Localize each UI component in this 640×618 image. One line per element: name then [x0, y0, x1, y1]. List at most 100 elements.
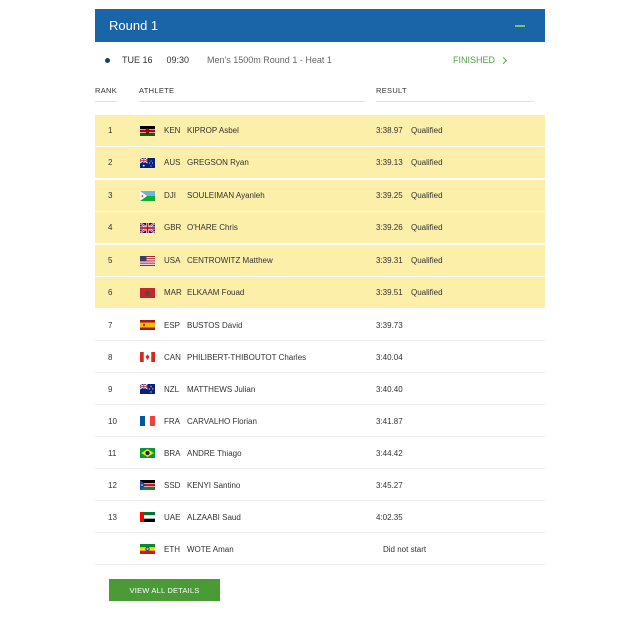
- event-status-link[interactable]: FINISHED: [453, 55, 508, 65]
- ethiopia-flag-icon: [140, 544, 155, 554]
- result-cell: 3:39.13: [376, 158, 403, 167]
- col-header-athlete: ATHLETE: [139, 86, 175, 95]
- rank-cell: 8: [108, 352, 113, 362]
- result-cell: 3:39.51: [376, 288, 403, 297]
- rank-cell: 5: [108, 256, 113, 265]
- col-header-rank: RANK: [95, 86, 118, 95]
- table-row: 1 KEN KIPROP Asbel 3:38.97 Qualified: [95, 115, 545, 146]
- result-cell: 3:44.42: [376, 448, 403, 458]
- qualified-badge: Qualified: [411, 126, 443, 135]
- result-cell: 3:40.40: [376, 384, 403, 394]
- result-cell: 3:40.04: [376, 352, 403, 362]
- athlete-name-link[interactable]: ALZAABI Saud: [187, 513, 241, 522]
- col-divider: [376, 101, 534, 102]
- rank-cell: 4: [108, 223, 113, 232]
- qualified-badge: Qualified: [411, 256, 443, 265]
- result-cell: 3:39.26: [376, 223, 403, 232]
- uk-flag-icon: [140, 222, 155, 233]
- qualified-badge: Qualified: [411, 158, 443, 167]
- spain-flag-icon: [140, 320, 155, 330]
- table-row: 10 FRA CARVALHO Florian 3:41.87: [95, 406, 545, 437]
- result-cell: 3:39.25: [376, 191, 403, 200]
- table-row: 9 NZL MATTHEWS Julian 3:40.40: [95, 374, 545, 405]
- table-row: ETH WOTE Aman Did not start: [95, 534, 545, 565]
- rank-cell: 6: [108, 288, 113, 297]
- kenya-flag-icon: [140, 125, 155, 136]
- country-code: SSD: [164, 480, 181, 490]
- country-code: USA: [164, 256, 181, 265]
- athlete-name-link[interactable]: ANDRE Thiago: [187, 449, 242, 458]
- qualified-badge: Qualified: [411, 191, 443, 200]
- event-status: FINISHED: [453, 55, 496, 65]
- rank-cell: 10: [108, 416, 117, 426]
- rank-cell: 3: [108, 191, 113, 200]
- rank-cell: 7: [108, 320, 113, 330]
- australia-flag-icon: [140, 157, 155, 168]
- rank-cell: 13: [108, 512, 117, 522]
- country-code: ESP: [164, 320, 181, 330]
- table-row: 2 AUS GREGSON Ryan 3:39.13 Qualified: [95, 147, 545, 178]
- athlete-name-link[interactable]: KIPROP Asbel: [187, 126, 239, 135]
- country-code: ETH: [164, 544, 180, 554]
- table-row: 4 GBR O'HARE Chris 3:39.26 Qualified: [95, 212, 545, 243]
- canada-flag-icon: [140, 352, 155, 362]
- rank-cell: 1: [108, 126, 113, 135]
- country-code: BRA: [164, 448, 181, 458]
- event-name: Men's 1500m Round 1 - Heat 1: [207, 55, 332, 65]
- col-header-result: RESULT: [376, 86, 407, 95]
- event-day: TUE 16: [122, 55, 153, 65]
- brazil-flag-icon: [140, 448, 155, 458]
- country-code: CAN: [164, 352, 181, 362]
- result-cell: 3:38.97: [376, 126, 403, 135]
- table-row: 6 MAR ELKAAM Fouad 3:39.51 Qualified: [95, 277, 545, 308]
- table-row: 8 CAN PHILIBERT-THIBOUTOT Charles 3:40.04: [95, 342, 545, 373]
- athlete-name-link[interactable]: CARVALHO Florian: [187, 417, 257, 426]
- country-code: AUS: [164, 158, 181, 167]
- result-cell: 3:39.31: [376, 256, 403, 265]
- country-code: DJI: [164, 191, 176, 200]
- new-zealand-flag-icon: [140, 384, 155, 394]
- france-flag-icon: [140, 416, 155, 426]
- chevron-right-icon: [499, 56, 508, 64]
- djibouti-flag-icon: [140, 190, 155, 201]
- rank-cell: 11: [108, 448, 117, 458]
- south-sudan-flag-icon: [140, 480, 155, 490]
- qualified-badge: Qualified: [411, 223, 443, 232]
- rank-cell: 12: [108, 480, 117, 490]
- rank-cell: 9: [108, 384, 113, 394]
- view-all-details-button[interactable]: VIEW ALL DETAILS: [109, 579, 220, 601]
- athlete-name-link[interactable]: CENTROWITZ Matthew: [187, 256, 273, 265]
- athlete-name-link[interactable]: GREGSON Ryan: [187, 158, 249, 167]
- status-dot-icon: [105, 57, 110, 63]
- event-line: TUE 16 09:30 Men's 1500m Round 1 - Heat …: [95, 50, 545, 70]
- athlete-name-link[interactable]: SOULEIMAN Ayanleh: [187, 191, 265, 200]
- athlete-name-link[interactable]: PHILIBERT-THIBOUTOT Charles: [187, 353, 306, 362]
- usa-flag-icon: [140, 255, 155, 266]
- result-cell: 4:02.35: [376, 512, 403, 522]
- rank-cell: 2: [108, 158, 113, 167]
- result-cell: Did not start: [383, 544, 427, 554]
- athlete-name-link[interactable]: O'HARE Chris: [187, 223, 238, 232]
- athlete-name-link[interactable]: WOTE Aman: [187, 545, 234, 554]
- round-title: Round 1: [109, 18, 159, 33]
- table-row: 11 BRA ANDRE Thiago 3:44.42: [95, 438, 545, 469]
- result-cell: 3:45.27: [376, 480, 403, 490]
- country-code: UAE: [164, 512, 181, 522]
- table-row: 5 USA CENTROWITZ Matthew 3:39.31 Qualified: [95, 245, 545, 276]
- col-divider: [139, 101, 365, 102]
- result-cell: 3:39.73: [376, 320, 403, 330]
- qualified-badge: Qualified: [411, 288, 443, 297]
- athlete-name-link[interactable]: ELKAAM Fouad: [187, 288, 244, 297]
- table-row: 7 ESP BUSTOS David 3:39.73: [95, 310, 545, 341]
- athlete-name-link[interactable]: BUSTOS David: [187, 321, 242, 330]
- morocco-flag-icon: [140, 287, 155, 298]
- result-cell: 3:41.87: [376, 416, 403, 426]
- round-header[interactable]: Round 1: [95, 9, 545, 42]
- uae-flag-icon: [140, 512, 155, 522]
- country-code: KEN: [164, 126, 181, 135]
- event-time: 09:30: [166, 55, 190, 65]
- athlete-name-link[interactable]: MATTHEWS Julian: [187, 385, 255, 394]
- athlete-name-link[interactable]: KENYI Santino: [187, 481, 240, 490]
- country-code: MAR: [164, 288, 182, 297]
- collapse-icon[interactable]: [515, 24, 525, 27]
